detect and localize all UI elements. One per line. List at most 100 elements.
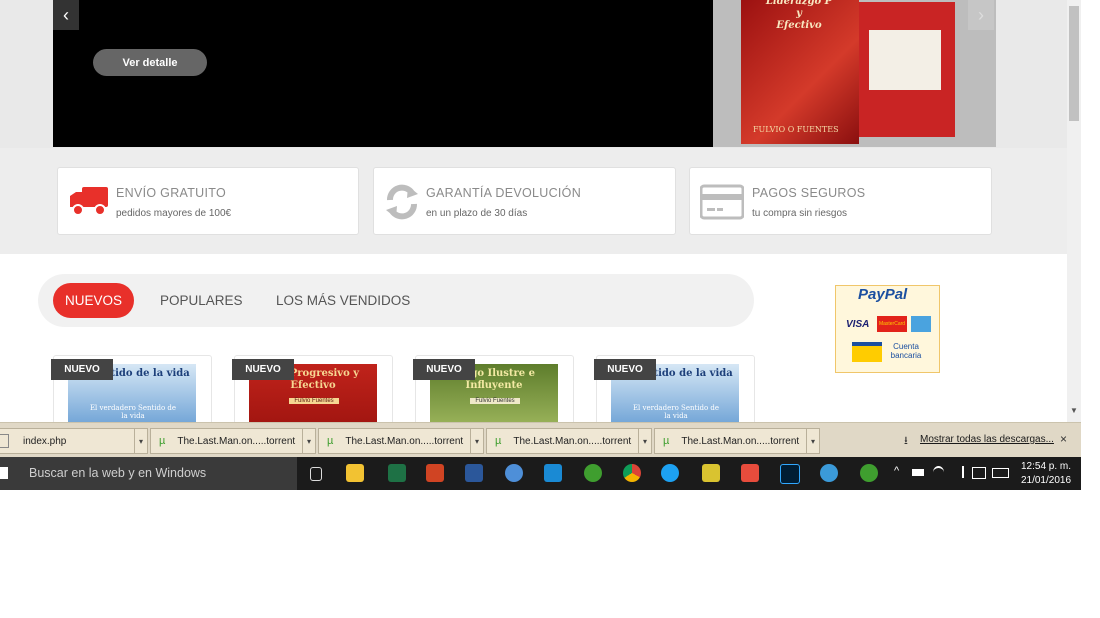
new-badge: NUEVO [594, 359, 656, 380]
app-icon[interactable] [820, 464, 838, 482]
download-item[interactable]: µ The.Last.Man.on.....torrent ▾ [318, 428, 484, 454]
close-icon[interactable]: × [1060, 432, 1067, 446]
feature-subtitle: tu compra sin riesgos [752, 208, 848, 219]
hero-slider: ‹ Ver detalle Liderazgo P y Efectivo FUL… [53, 0, 996, 147]
wifi-icon[interactable] [933, 466, 944, 479]
book-cover-author: FULVIO O FUENTES [753, 125, 839, 134]
amex-logo [911, 316, 931, 332]
utorrent-file-icon: µ [663, 435, 670, 447]
utorrent-file-icon: µ [495, 435, 502, 447]
clock-time: 12:54 p. m. [1020, 461, 1072, 472]
truck-icon [70, 187, 108, 216]
battery-icon[interactable] [912, 469, 924, 476]
book-front-cover: Liderazgo P y Efectivo FULVIO O FUENTES [741, 0, 859, 144]
new-badge: NUEVO [51, 359, 113, 380]
chevron-down-icon[interactable]: ▾ [302, 429, 315, 453]
feature-subtitle: en un plazo de 30 días [426, 208, 528, 219]
tab-nuevos[interactable]: NUEVOS [53, 283, 135, 318]
utorrent-file-icon: µ [327, 435, 334, 447]
book-back-cover [859, 2, 955, 137]
product-cover-subtitle: El verdadero Sentido de la vida [89, 404, 177, 420]
features-bar: ENVÍO GRATUITO pedidos mayores de 100€ G… [0, 148, 1067, 254]
utorrent-icon[interactable] [584, 464, 602, 482]
chevron-up-icon[interactable]: ^ [894, 465, 899, 477]
app-globe-icon[interactable] [505, 464, 523, 482]
product-grid: ro Sentido de la vida El verdadero Senti… [0, 355, 1067, 422]
taskbar-clock[interactable]: 12:54 p. m. 21/01/2016 [1020, 460, 1072, 488]
popcorn-time-icon[interactable] [741, 464, 759, 482]
file-icon [0, 434, 9, 448]
word-icon[interactable] [465, 464, 483, 482]
product-cover-subtitle: Fulvio Fuentes [470, 398, 520, 404]
feature-secure-payments: PAGOS SEGUROS tu compra sin riesgos [689, 167, 992, 235]
feature-title: PAGOS SEGUROS [752, 186, 866, 200]
chevron-down-icon[interactable]: ▾ [134, 429, 147, 453]
download-item-label: The.Last.Man.on.....torrent [345, 435, 464, 447]
feature-title: ENVÍO GRATUITO [116, 186, 226, 200]
chevron-down-icon[interactable]: ▾ [470, 429, 483, 453]
book-title-line: y [796, 8, 802, 19]
scroll-down-arrow-icon[interactable]: ▼ [1069, 406, 1079, 418]
download-item[interactable]: µ The.Last.Man.on.....torrent ▾ [150, 428, 316, 454]
keyboard-icon[interactable] [992, 468, 1009, 478]
volume-icon[interactable] [952, 466, 964, 478]
book-cover-title: Liderazgo P y Efectivo [749, 0, 849, 32]
scrollbar-thumb[interactable] [1069, 6, 1079, 121]
feature-free-shipping: ENVÍO GRATUITO pedidos mayores de 100€ [57, 167, 359, 235]
download-item[interactable]: µ The.Last.Man.on.....torrent ▾ [486, 428, 652, 454]
mastercard-logo: MasterCard [877, 316, 907, 332]
chrome-icon[interactable] [623, 464, 641, 482]
download-item[interactable]: index.php ▾ [0, 428, 148, 454]
notifications-icon[interactable] [972, 467, 986, 479]
product-cover-subtitle: El verdadero Sentido de la vida [632, 404, 720, 420]
windows-start-icon[interactable] [0, 467, 8, 479]
chevron-right-icon: › [978, 4, 984, 25]
chevron-left-icon: ‹ [63, 4, 69, 25]
downloads-bar: index.php ▾ µ The.Last.Man.on.....torren… [0, 422, 1081, 458]
show-all-downloads-link[interactable]: Mostrar todas las descargas... [920, 434, 1054, 445]
download-arrow-icon: ⭳ [904, 435, 908, 447]
web-page: ‹ Ver detalle Liderazgo P y Efectivo FUL… [0, 0, 1067, 422]
file-explorer-icon[interactable] [346, 464, 364, 482]
utorrent-file-icon: µ [159, 435, 166, 447]
app-icon[interactable] [702, 464, 720, 482]
page-scrollbar[interactable]: ▼ [1067, 0, 1081, 422]
utorrent-icon[interactable] [860, 464, 878, 482]
new-badge: NUEVO [413, 359, 475, 380]
download-item-label: The.Last.Man.on.....torrent [681, 435, 800, 447]
featured-book-image[interactable]: Liderazgo P y Efectivo FULVIO O FUENTES [713, 0, 996, 147]
tab-mas-vendidos[interactable]: LOS MÁS VENDIDOS [276, 283, 410, 318]
search-placeholder: Buscar en la web y en Windows [29, 466, 207, 480]
slider-prev-button[interactable]: ‹ [53, 0, 79, 30]
store-icon[interactable] [544, 464, 562, 482]
chevron-down-icon[interactable]: ▾ [638, 429, 651, 453]
task-view-icon[interactable] [310, 467, 322, 481]
visa-logo: VISA [846, 319, 870, 330]
refresh-icon [386, 184, 418, 220]
clock-date: 21/01/2016 [1020, 475, 1072, 486]
hero-slider-section: ‹ Ver detalle Liderazgo P y Efectivo FUL… [0, 0, 1067, 148]
download-item[interactable]: µ The.Last.Man.on.....torrent ▾ [654, 428, 820, 454]
app-icon[interactable] [661, 464, 679, 482]
product-tabs: NUEVOS POPULARES LOS MÁS VENDIDOS [38, 274, 754, 327]
paypal-logo: PayPal [858, 286, 908, 303]
feature-title: GARANTÍA DEVOLUCIÓN [426, 186, 582, 200]
book-back-text-panel [869, 30, 941, 90]
product-cover-subtitle: Fulvio Fuentes [289, 398, 339, 404]
download-item-label: The.Last.Man.on.....torrent [177, 435, 296, 447]
chevron-down-icon[interactable]: ▾ [806, 429, 819, 453]
excel-icon[interactable] [388, 464, 406, 482]
slider-next-button[interactable]: › [968, 0, 994, 30]
photoshop-icon[interactable] [780, 464, 800, 484]
download-item-label: index.php [23, 435, 67, 447]
book-title-line: Efectivo [776, 20, 822, 31]
credit-card-icon [700, 184, 744, 220]
tab-populares[interactable]: POPULARES [160, 283, 243, 318]
feature-return-guarantee: GARANTÍA DEVOLUCIÓN en un plazo de 30 dí… [373, 167, 676, 235]
new-badge: NUEVO [232, 359, 294, 380]
view-detail-button[interactable]: Ver detalle [93, 49, 207, 76]
windows-taskbar: Buscar en la web y en Windows ^ 12:54 p.… [0, 457, 1081, 490]
powerpoint-icon[interactable] [426, 464, 444, 482]
feature-subtitle: pedidos mayores de 100€ [116, 208, 232, 219]
taskbar-search-box[interactable]: Buscar en la web y en Windows [0, 457, 297, 490]
